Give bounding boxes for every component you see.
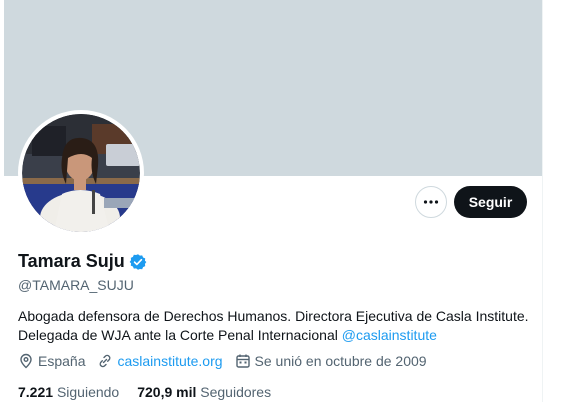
bio-text: Abogada defensora de Derechos Humanos. D… [18,308,529,343]
column-divider [542,0,543,402]
profile-name: Tamara Suju [18,251,125,271]
calendar-icon [235,354,250,368]
profile-joined: Se unió en octubre de 2009 [235,353,427,369]
avatar[interactable] [22,114,140,232]
link-icon [100,354,111,368]
follow-button[interactable]: Seguir [454,186,527,218]
profile-meta: España caslainstitute.org Se unió en oct… [18,353,439,369]
location-pin-icon [20,353,32,369]
following-stat[interactable]: 7.221 Siguiendo [18,384,119,400]
more-icon [423,200,439,204]
followers-label: Seguidores [200,384,272,400]
profile-bio: Abogada defensora de Derechos Humanos. D… [18,307,538,345]
followers-stat[interactable]: 720,9 mil Seguidores [137,384,271,400]
followers-count: 720,9 mil [137,384,197,400]
profile-website[interactable]: caslainstitute.org [97,353,223,369]
following-label: Siguiendo [56,384,120,400]
avatar-container[interactable] [18,110,144,236]
profile-handle: @TAMARA_SUJU [18,277,134,293]
joined-text: Se unió en octubre de 2009 [254,353,427,369]
profile-stats: 7.221 Siguiendo 720,9 mil Seguidores [18,384,289,400]
website-link[interactable]: caslainstitute.org [117,353,222,369]
following-count: 7.221 [18,384,54,400]
verified-badge-icon[interactable] [129,253,147,271]
bio-mention-link[interactable]: @caslainstitute [342,327,437,343]
profile-location: España [18,353,85,369]
more-options-button[interactable] [415,186,447,218]
location-text: España [38,353,86,369]
profile-name-row: Tamara Suju [18,251,147,272]
